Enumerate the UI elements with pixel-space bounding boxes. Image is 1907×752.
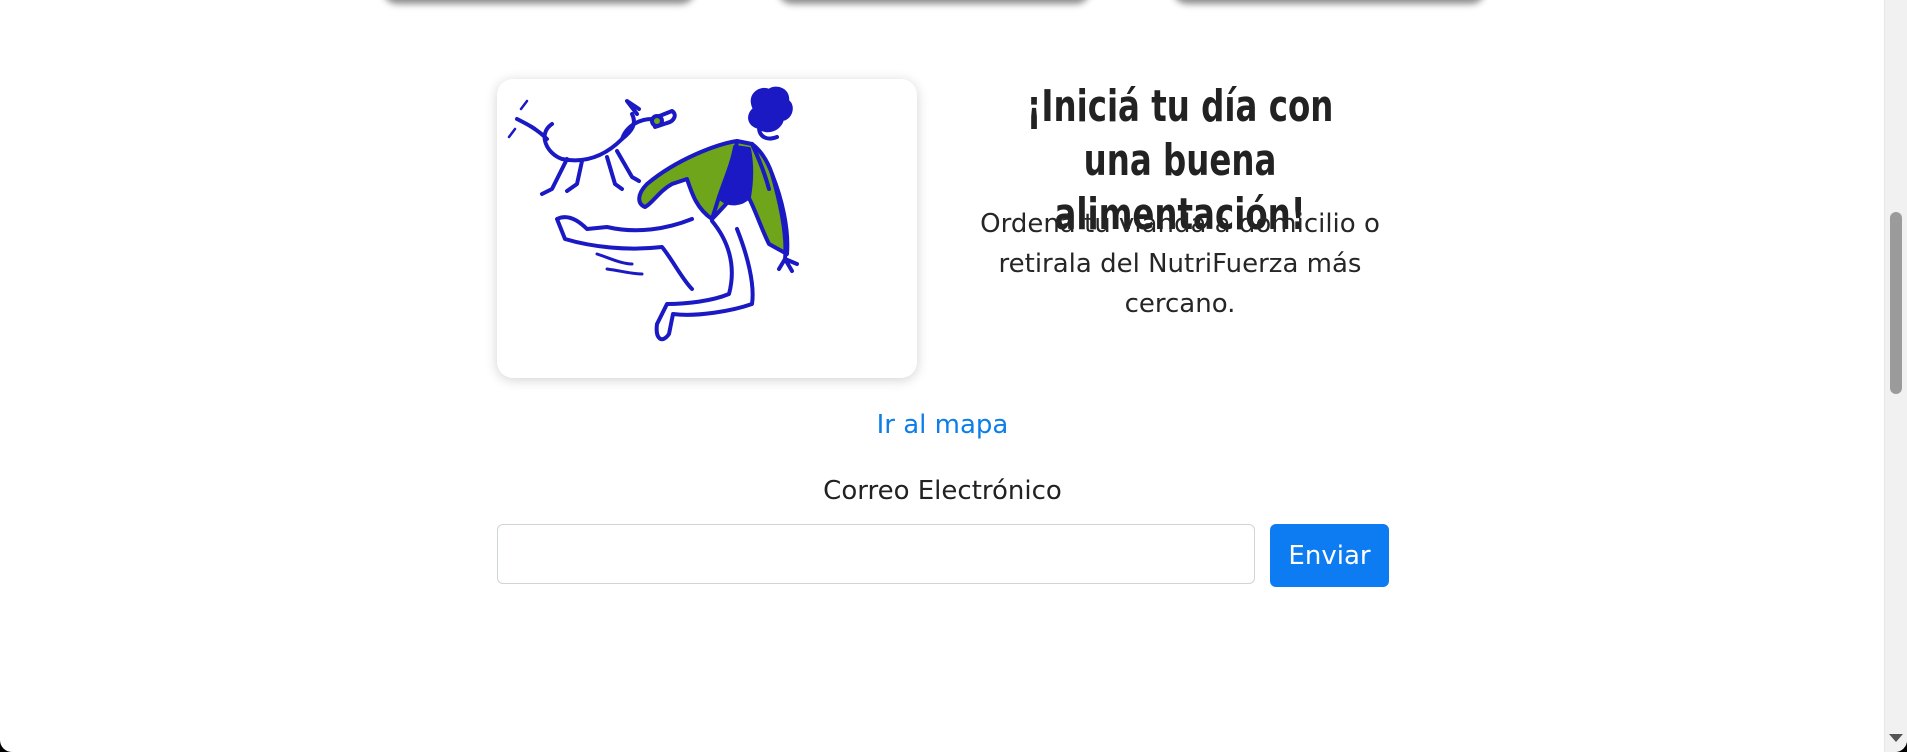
jumping-person-with-dog-illustration [507,86,799,342]
scroll-down-arrow-icon[interactable] [1889,734,1903,742]
hero-illustration-card [497,79,917,378]
send-button[interactable]: Enviar [1270,524,1389,587]
go-to-map-link[interactable]: Ir al mapa [877,410,1009,440]
page-scrollbar[interactable] [1884,0,1907,752]
email-field[interactable] [497,524,1255,584]
hero-subtitle: Ordená tu vianda a domicilio o retirala … [980,209,1380,319]
page: ¡Iniciá tu día con una buena alimentació… [0,0,1907,752]
map-link-container: Ir al mapa [0,408,1885,442]
scrollbar-thumb[interactable] [1890,212,1902,394]
email-field-label: Correo Electrónico [823,476,1062,506]
